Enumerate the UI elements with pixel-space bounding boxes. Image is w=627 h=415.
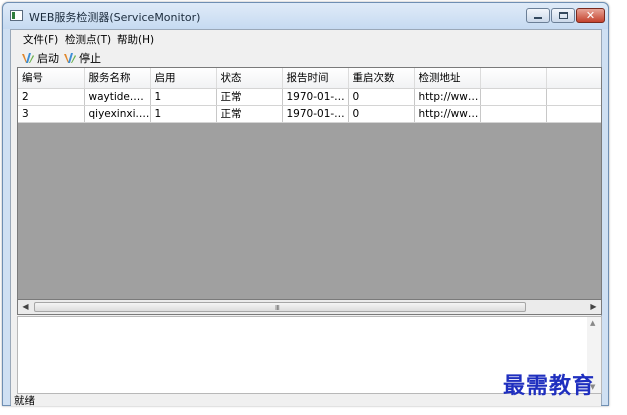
minimize-icon [534, 17, 542, 19]
column-header-blank[interactable] [546, 68, 601, 89]
service-grid[interactable]: 编号 服务名称 启用 状态 报告时间 重启次数 检测地址 2 waytide.c… [17, 67, 602, 300]
scroll-left-icon[interactable]: ◀ [18, 300, 33, 314]
cell-status: 正常 [216, 88, 283, 106]
cell-service-name: qiyexinxi.net [84, 105, 151, 123]
column-header-service-name[interactable]: 服务名称 [84, 68, 151, 89]
scroll-right-icon[interactable]: ▶ [586, 300, 601, 314]
header-row: 编号 服务名称 启用 状态 报告时间 重启次数 检测地址 [18, 68, 601, 89]
app-window: WEB服务检测器(ServiceMonitor) ✕ 文件(F) 检测点(T) … [2, 2, 609, 407]
menu-bar: 文件(F) 检测点(T) 帮助(H) [11, 30, 601, 48]
cell-id: 2 [18, 88, 85, 106]
close-icon: ✕ [585, 9, 596, 22]
scrollbar-grip-icon: Ⅲ [275, 304, 280, 312]
menu-help[interactable]: 帮助(H) [117, 32, 154, 47]
cell-blank [480, 88, 547, 106]
client-area: 文件(F) 检测点(T) 帮助(H) 启动 停止 编号 服务名称 启用 状态 报… [10, 29, 602, 407]
cell-blank [546, 105, 601, 123]
status-text: 就绪 [14, 395, 35, 407]
maximize-button[interactable] [551, 8, 575, 23]
start-icon [22, 52, 34, 63]
minimize-button[interactable] [526, 8, 550, 23]
cell-status: 正常 [216, 105, 283, 123]
column-header-id[interactable]: 编号 [18, 68, 85, 89]
cell-report-time: 1970-01-01 ... [282, 88, 349, 106]
start-label: 启动 [37, 51, 59, 65]
cell-check-url: http://www.... [414, 105, 481, 123]
cell-check-url: http://www.... [414, 88, 481, 106]
close-button[interactable]: ✕ [576, 8, 605, 23]
stop-button[interactable]: 停止 [63, 50, 101, 65]
column-header-check-url[interactable]: 检测地址 [414, 68, 481, 89]
table-row[interactable]: 3 qiyexinxi.net 1 正常 1970-01-01 ... 0 ht… [18, 105, 601, 123]
maximize-icon [558, 12, 568, 19]
cell-restart-count: 0 [348, 88, 415, 106]
column-header-restart-count[interactable]: 重启次数 [348, 68, 415, 89]
cell-enabled: 1 [150, 88, 217, 106]
cell-report-time: 1970-01-01 ... [282, 105, 349, 123]
cell-id: 3 [18, 105, 85, 123]
column-header-enabled[interactable]: 启用 [150, 68, 217, 89]
stop-label: 停止 [79, 51, 101, 65]
stop-icon [64, 52, 76, 63]
horizontal-scrollbar[interactable]: ◀ Ⅲ ▶ [17, 300, 602, 315]
column-header-blank[interactable] [480, 68, 547, 89]
start-button[interactable]: 启动 [21, 50, 59, 65]
scrollbar-thumb[interactable]: Ⅲ [34, 302, 526, 312]
cell-service-name: waytide.com [84, 88, 151, 106]
cell-blank [546, 88, 601, 106]
column-header-report-time[interactable]: 报告时间 [282, 68, 349, 89]
cell-restart-count: 0 [348, 105, 415, 123]
app-icon [10, 10, 23, 21]
watermark: 最需教育 [503, 373, 596, 399]
window-title: WEB服务检测器(ServiceMonitor) [29, 11, 201, 24]
toolbar: 启动 停止 [11, 48, 601, 67]
cell-blank [480, 105, 547, 123]
menu-file[interactable]: 文件(F) [23, 32, 58, 47]
scroll-up-icon[interactable]: ▲ [590, 319, 595, 327]
menu-detection-points[interactable]: 检测点(T) [65, 32, 111, 47]
service-table: 编号 服务名称 启用 状态 报告时间 重启次数 检测地址 2 waytide.c… [18, 68, 601, 123]
cell-enabled: 1 [150, 105, 217, 123]
column-header-status[interactable]: 状态 [216, 68, 283, 89]
table-row[interactable]: 2 waytide.com 1 正常 1970-01-01 ... 0 http… [18, 88, 601, 106]
title-bar[interactable]: WEB服务检测器(ServiceMonitor) ✕ [3, 3, 608, 29]
